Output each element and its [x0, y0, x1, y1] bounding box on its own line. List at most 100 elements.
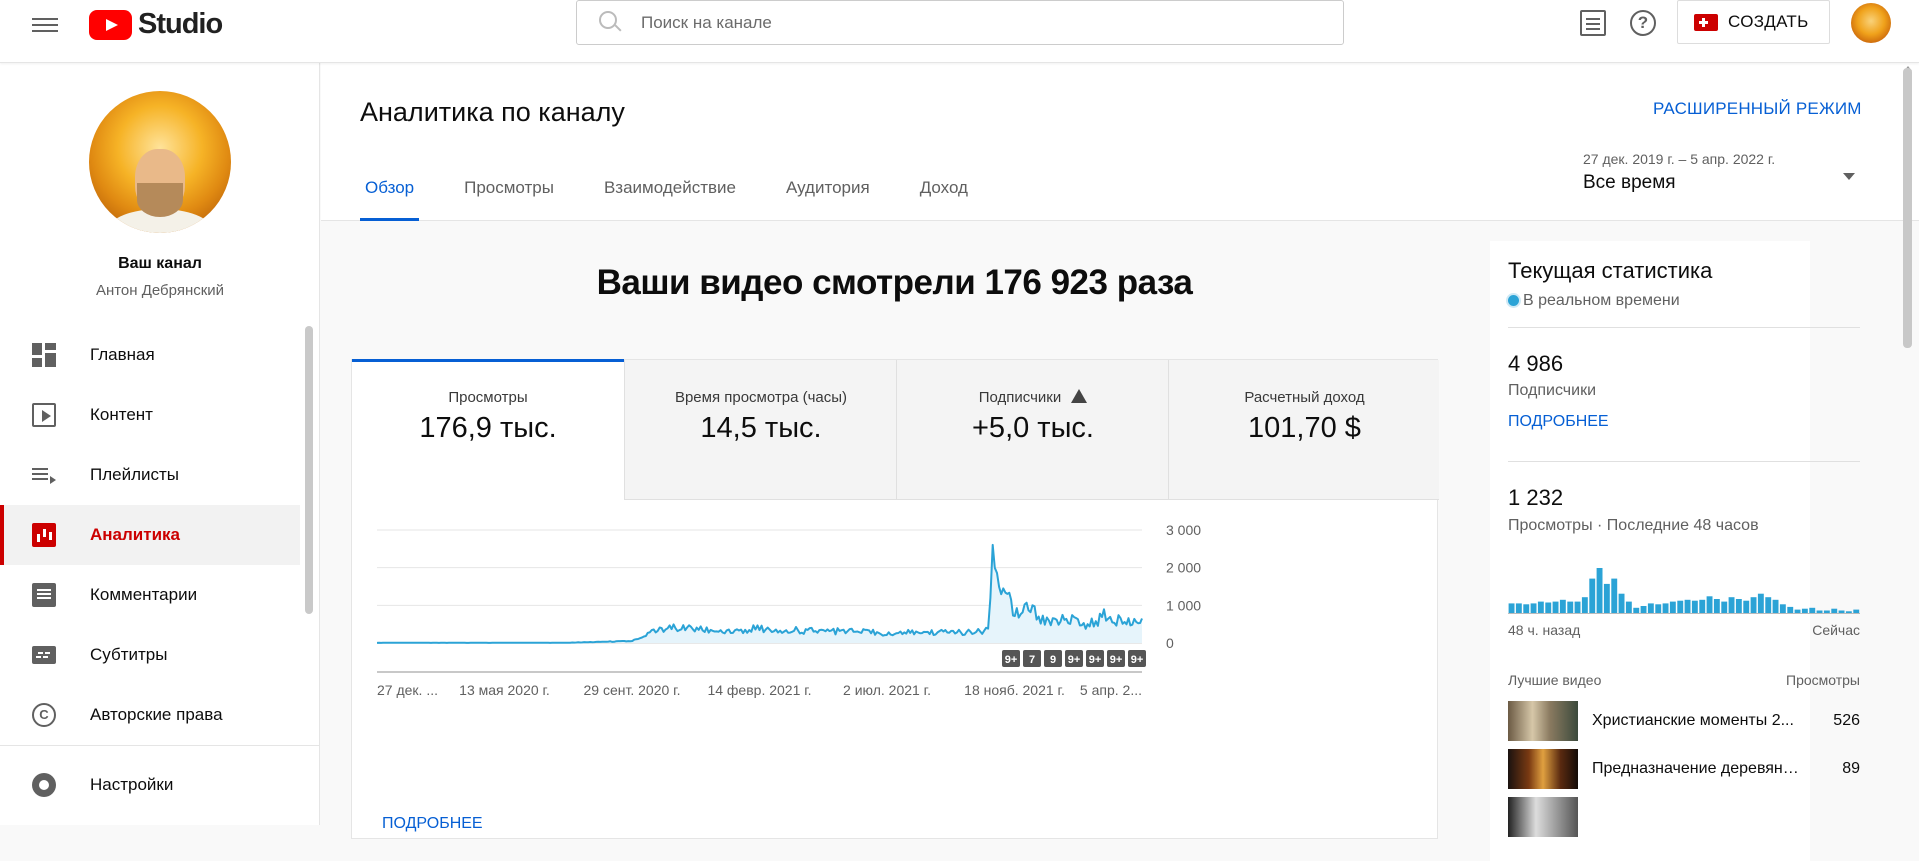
realtime-bar[interactable] — [1743, 600, 1750, 614]
realtime-bar[interactable] — [1677, 600, 1684, 614]
realtime-bar[interactable] — [1559, 599, 1566, 614]
realtime-bar[interactable] — [1618, 593, 1625, 614]
event-marker[interactable]: 9+ — [1086, 650, 1104, 667]
realtime-bar[interactable] — [1772, 599, 1779, 614]
realtime-bar[interactable] — [1523, 604, 1530, 614]
help-icon[interactable]: ? — [1630, 10, 1656, 36]
realtime-bar[interactable] — [1545, 602, 1552, 615]
realtime-bar[interactable] — [1684, 599, 1691, 614]
event-marker[interactable]: 9+ — [1065, 650, 1083, 667]
realtime-bar[interactable] — [1581, 597, 1588, 614]
realtime-bar[interactable] — [1515, 603, 1522, 614]
realtime-bar[interactable] — [1779, 604, 1786, 614]
create-button[interactable]: СОЗДАТЬ — [1677, 0, 1830, 44]
top-video-row[interactable] — [1508, 797, 1860, 839]
sidebar-item-playlists[interactable]: Плейлисты — [0, 445, 320, 505]
metric-card-revenue[interactable]: Расчетный доход 101,70 $ — [1168, 360, 1439, 500]
metric-label: Просмотры — [448, 389, 528, 406]
realtime-bar[interactable] — [1699, 599, 1706, 614]
warning-icon[interactable] — [1071, 389, 1088, 403]
realtime-bar[interactable] — [1721, 601, 1728, 614]
realtime-bar[interactable] — [1691, 600, 1698, 614]
top-video-row[interactable]: Христианские моменты 2... 526 — [1508, 701, 1860, 743]
live-text: В реальном времени — [1523, 292, 1680, 309]
views-chart[interactable]: 3 000 2 000 1 000 0 27 дек. ... 13 мая 2020 г… — [352, 500, 1439, 810]
event-marker[interactable]: 9+ — [1128, 650, 1146, 667]
event-marker[interactable]: 9+ — [1107, 650, 1125, 667]
channel-avatar[interactable] — [89, 91, 231, 233]
metric-card-watch-time[interactable]: Время просмотра (часы) 14,5 тыс. — [624, 360, 896, 500]
menu-icon[interactable] — [32, 14, 58, 34]
metric-card-views[interactable]: Просмотры 176,9 тыс. — [352, 359, 624, 500]
realtime-views-bars[interactable] — [1508, 566, 1860, 614]
sidebar-item-content[interactable]: Контент — [0, 385, 320, 445]
sidebar-scrollbar[interactable] — [305, 326, 313, 614]
realtime-bar[interactable] — [1787, 606, 1794, 614]
account-avatar[interactable] — [1851, 3, 1891, 43]
y-tick-label: 3 000 — [1166, 522, 1201, 538]
realtime-bar[interactable] — [1735, 599, 1742, 614]
tab-audience[interactable]: Аудитория — [781, 178, 875, 221]
realtime-bar[interactable] — [1669, 601, 1676, 614]
realtime-bar[interactable] — [1567, 601, 1574, 614]
top-video-row[interactable]: Предназначение деревянн... 89 — [1508, 749, 1860, 791]
realtime-bar[interactable] — [1552, 601, 1559, 614]
studio-logo[interactable]: Studio — [89, 8, 223, 41]
realtime-bar[interactable] — [1611, 578, 1618, 614]
search-box[interactable] — [576, 0, 1344, 45]
sidebar-item-analytics[interactable]: Аналитика — [0, 505, 300, 565]
realtime-bar[interactable] — [1508, 603, 1515, 614]
analytics-tabs: Обзор Просмотры Взаимодействие Аудитория… — [360, 178, 1013, 221]
realtime-bar[interactable] — [1574, 601, 1581, 614]
svg-text:9+: 9+ — [1089, 654, 1102, 666]
advanced-mode-link[interactable]: РАСШИРЕННЫЙ РЕЖИМ — [1653, 99, 1862, 119]
realtime-bar[interactable] — [1530, 603, 1537, 614]
x-tick-label: 29 сент. 2020 г. — [584, 682, 681, 698]
sidebar-item-subtitles[interactable]: Субтитры — [0, 625, 320, 685]
feedback-icon[interactable] — [1580, 10, 1606, 36]
realtime-bar[interactable] — [1589, 578, 1596, 614]
tab-views[interactable]: Просмотры — [459, 178, 559, 221]
metric-label: Время просмотра (часы) — [674, 389, 848, 406]
realtime-bar[interactable] — [1647, 603, 1654, 614]
realtime-bar[interactable] — [1713, 599, 1720, 614]
create-video-icon — [1694, 13, 1718, 31]
more-details-link[interactable]: ПОДРОБНЕЕ — [382, 815, 483, 833]
realtime-bar[interactable] — [1728, 597, 1735, 614]
chevron-down-icon[interactable] — [1843, 173, 1855, 180]
realtime-bar[interactable] — [1750, 597, 1757, 614]
search-input[interactable] — [641, 12, 1241, 33]
page-scrollbar[interactable] — [1903, 68, 1912, 348]
realtime-bar[interactable] — [1655, 604, 1662, 614]
sidebar-item-dashboard[interactable]: Главная — [0, 325, 320, 385]
realtime-bar[interactable] — [1603, 583, 1610, 614]
realtime-bar[interactable] — [1537, 601, 1544, 614]
subtitles-icon — [32, 646, 56, 664]
y-tick-label: 0 — [1166, 635, 1174, 651]
realtime-more-link[interactable]: ПОДРОБНЕЕ — [1508, 413, 1609, 431]
sidebar-divider — [0, 745, 320, 746]
event-marker[interactable]: 7 — [1023, 650, 1041, 667]
search-icon[interactable] — [593, 3, 633, 43]
realtime-bar[interactable] — [1706, 596, 1713, 614]
realtime-bar[interactable] — [1757, 593, 1764, 614]
tab-revenue[interactable]: Доход — [915, 178, 973, 221]
metric-card-subscribers[interactable]: Подписчики +5,0 тыс. — [896, 360, 1168, 500]
video-views: 526 — [1833, 712, 1860, 729]
realtime-bar[interactable] — [1596, 568, 1603, 614]
tab-engagement[interactable]: Взаимодействие — [599, 178, 741, 221]
realtime-bar[interactable] — [1640, 606, 1647, 614]
video-title: Христианские моменты 2... — [1592, 712, 1794, 729]
y-tick-label: 2 000 — [1166, 560, 1201, 576]
realtime-bar[interactable] — [1765, 597, 1772, 614]
date-range-select[interactable]: Все время — [1583, 172, 1676, 194]
sidebar-item-label: Плейлисты — [90, 465, 180, 484]
event-marker[interactable]: 9+ — [1002, 650, 1020, 667]
realtime-bar[interactable] — [1662, 603, 1669, 614]
event-marker[interactable]: 9 — [1044, 650, 1062, 667]
realtime-bar[interactable] — [1625, 601, 1632, 614]
tab-overview[interactable]: Обзор — [360, 178, 420, 221]
sidebar-item-settings[interactable]: Настройки — [0, 755, 320, 815]
sidebar-item-copyright[interactable]: C Авторские права — [0, 685, 320, 745]
sidebar-item-comments[interactable]: Комментарии — [0, 565, 320, 625]
